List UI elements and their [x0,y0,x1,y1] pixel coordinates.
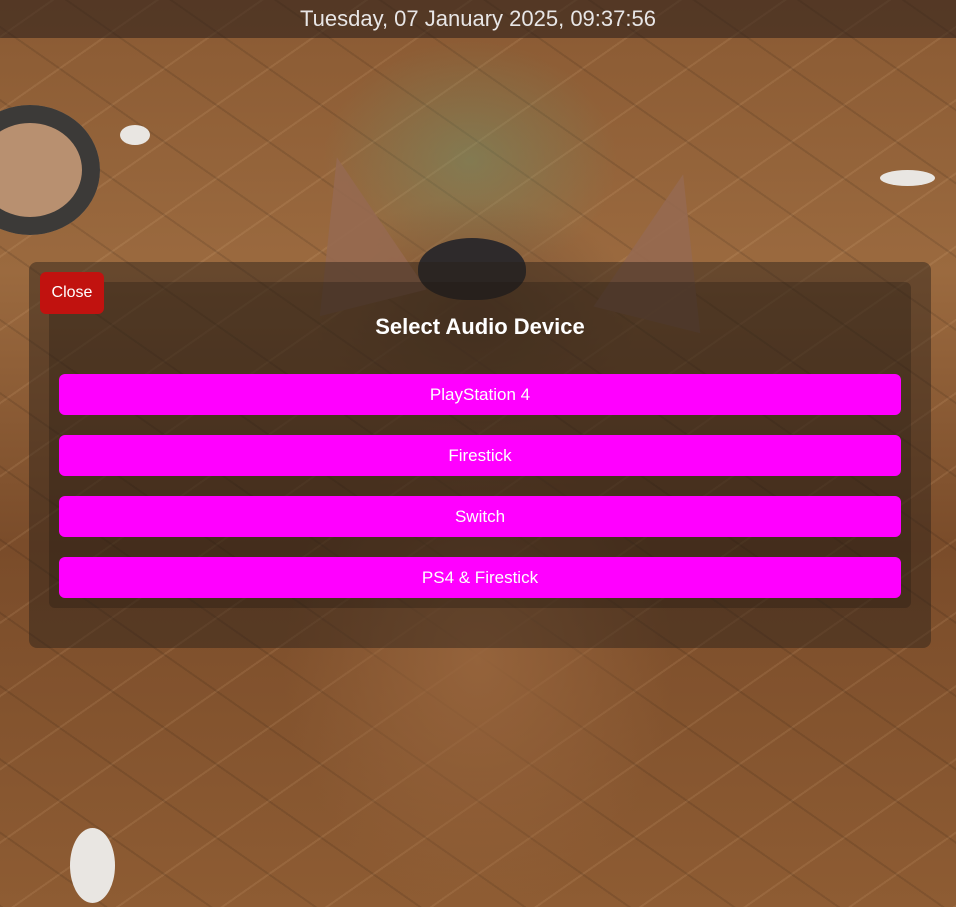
screen: Tuesday, 07 January 2025, 09:37:56 Close… [0,0,956,907]
fluff-piece [880,170,935,186]
close-button[interactable]: Close [40,272,104,314]
device-list: PlayStation 4 Firestick Switch PS4 & Fir… [59,374,901,618]
device-button-switch[interactable]: Switch [59,496,901,537]
modal-title: Select Audio Device [375,314,585,339]
fluff-piece [120,125,150,145]
pet-bed [0,105,100,235]
device-button-ps4-and-firestick[interactable]: PS4 & Firestick [59,557,901,598]
device-button-firestick[interactable]: Firestick [59,435,901,476]
date-time-text: Tuesday, 07 January 2025, 09:37:56 [300,6,656,31]
device-button-playstation-4[interactable]: PlayStation 4 [59,374,901,415]
audio-device-modal: Close Select Audio Device PlayStation 4 … [29,262,931,648]
fluff-piece [70,828,115,903]
date-time-bar: Tuesday, 07 January 2025, 09:37:56 [0,0,956,38]
